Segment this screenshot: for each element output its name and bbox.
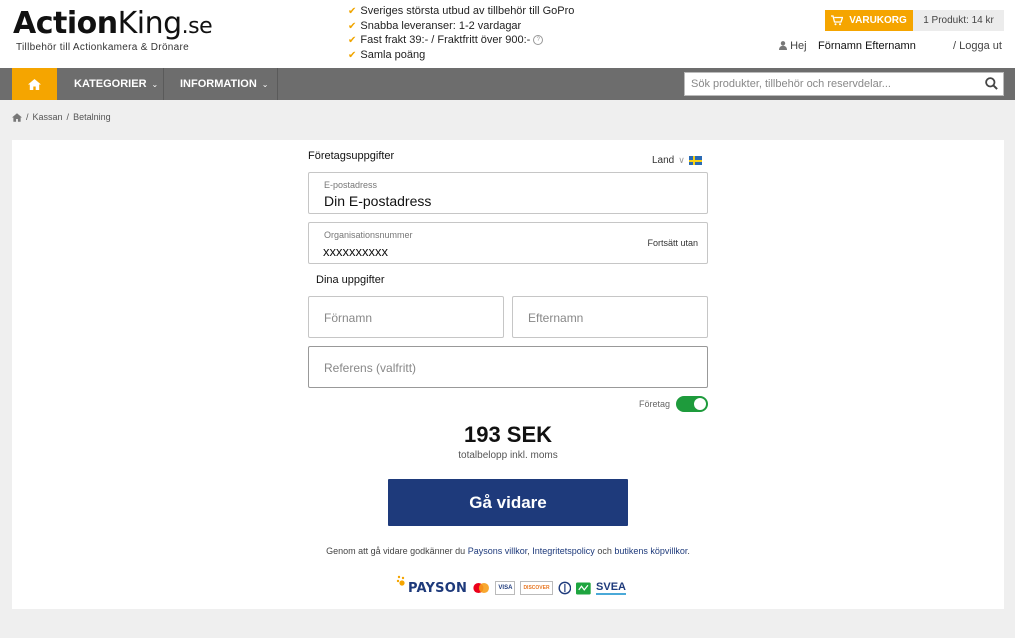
search-icon[interactable] [985,77,998,90]
tagline: Tillbehör till Actionkamera & Drönare [16,42,190,53]
home-icon[interactable] [12,112,22,122]
logo-tld: .se [181,14,213,39]
first-name-field[interactable]: Förnamn [308,296,504,338]
cart-label: VARUKORG [849,15,907,26]
chevron-down-icon: ⌄ [151,80,159,89]
personal-section-title: Dina uppgifter [316,274,385,286]
user-icon [779,41,787,50]
country-selector[interactable]: Land ∨ [652,155,702,166]
terms-text: Genom att gå vidare godkänner du Paysons… [326,546,690,556]
visa-icon: VISA [495,581,516,595]
payson-dots-icon [396,575,405,586]
usp-list: ✔ Sveriges största utbud av tillbehör til… [348,4,574,62]
logout-link[interactable]: / Logga ut [953,40,1002,52]
payson-terms-link[interactable]: Paysons villkor [468,546,528,556]
company-toggle[interactable] [676,396,709,412]
search-input[interactable] [685,73,987,95]
logo-king: King [117,6,183,41]
skip-org-link[interactable]: Fortsätt utan [647,238,698,248]
user-greeting: Hej [779,40,807,52]
store-terms-link[interactable]: butikens köpvillkor [614,546,687,556]
payson-logo: PAYSON [396,575,467,596]
reference-field[interactable]: Referens (valfritt) [308,346,708,388]
mastercard-icon [473,582,490,594]
discover-icon: DISCOVER [520,581,553,595]
site-header: ActionKing.se Tillbehör till Actionkamer… [0,0,1015,68]
total-amount: 193 SEK [463,422,553,447]
swish-icon [576,582,592,594]
cart-icon [831,15,844,26]
continue-button[interactable]: Gå vidare [388,479,628,526]
privacy-policy-link[interactable]: Integritetspolicy [532,546,595,556]
user-name[interactable]: Förnamn Efternamn [818,40,916,52]
chevron-down-icon: ⌄ [261,80,269,89]
org-number-value: xxxxxxxxxx [323,244,388,259]
diners-icon [558,581,571,595]
usp-item: ✔ Snabba leveranser: 1-2 vardagar [348,19,522,32]
breadcrumb-kassan[interactable]: Kassan [33,112,63,122]
org-number-field[interactable]: Organisationsnummer xxxxxxxxxx Fortsätt … [308,222,708,264]
search-box [684,72,1004,96]
last-name-field[interactable]: Efternamn [512,296,708,338]
checkmark-icon: ✔ [348,20,357,32]
company-toggle-row: Företag [639,396,709,412]
chevron-down-icon: ∨ [678,155,685,165]
email-value: Din E-postadress [324,193,432,209]
sweden-flag-icon [688,156,702,165]
svea-logo: SVEA [596,580,626,595]
site-logo[interactable]: ActionKing.se [13,6,213,45]
nav-kategorier[interactable]: KATEGORIER ⌄ [58,68,164,100]
logo-action: Action [13,6,118,41]
info-icon[interactable]: ? [533,35,544,46]
checkmark-icon: ✔ [348,35,357,46]
breadcrumb: / Kassan / Betalning [12,112,111,122]
breadcrumb-betalning: Betalning [73,112,111,122]
payment-methods: PAYSON VISA DISCOVER SVEA [396,575,626,600]
cart-summary[interactable]: 1 Produkt: 14 kr [913,10,1004,31]
usp-item: ✔ Sveriges största utbud av tillbehör til… [348,5,575,17]
toggle-knob [694,398,707,410]
home-icon [28,78,41,90]
nav-information[interactable]: INFORMATION ⌄ [164,68,278,100]
home-button[interactable] [12,68,57,100]
total-caption: totalbelopp inkl. moms [458,450,558,461]
email-field[interactable]: E-postadress Din E-postadress [308,172,708,214]
usp-item: ✔ Fast frakt 39:- / Fraktfritt över 900:-… [348,33,574,48]
company-toggle-label: Företag [639,399,671,409]
cart-button[interactable]: VARUKORG [825,10,913,31]
company-section-title: Företagsuppgifter [308,150,395,162]
usp-item: ✔ Samla poäng [348,48,426,61]
checkmark-icon: ✔ [348,6,357,17]
checkmark-icon: ✔ [348,49,357,61]
